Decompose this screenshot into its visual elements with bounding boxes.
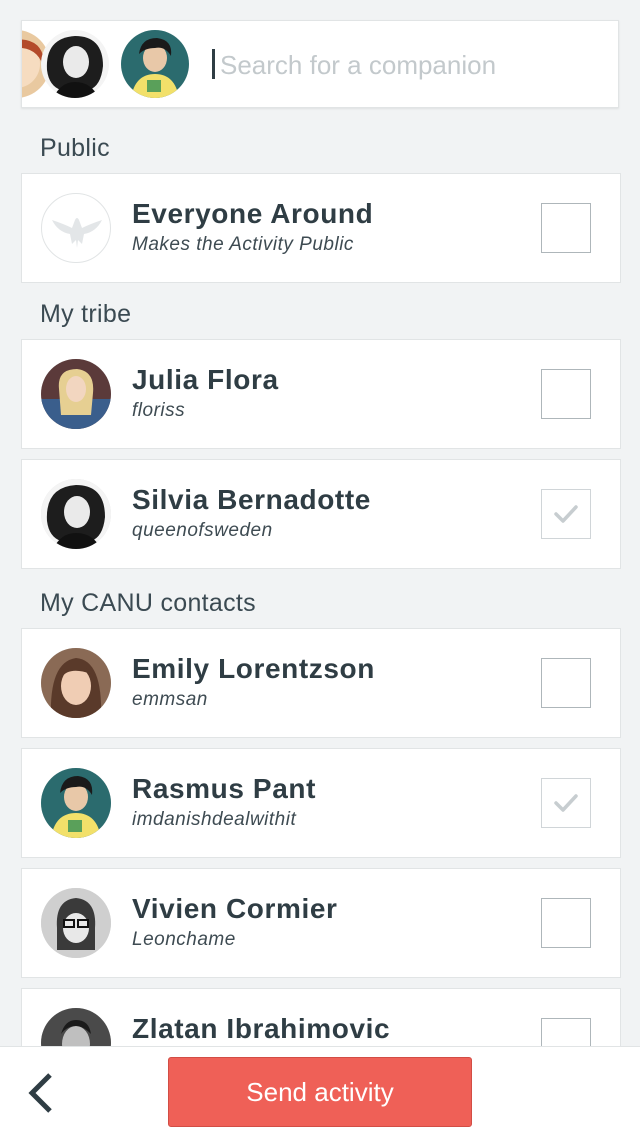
selected-companion-avatar-rasmus[interactable]	[121, 30, 189, 98]
contact-subtitle: Makes the Activity Public	[132, 234, 354, 255]
contact-subtitle: emmsan	[132, 689, 208, 710]
avatar	[41, 648, 111, 718]
bottom-action-bar: Send activity	[0, 1046, 640, 1137]
contact-name: Emily Lorentzson	[132, 653, 375, 684]
select-checkbox[interactable]	[541, 778, 591, 828]
section-label-tribe: My tribe	[40, 300, 132, 328]
contact-row-vivien-cormier[interactable]: Vivien Cormier Leonchame	[21, 868, 621, 978]
contact-name: Zlatan Ibrahimovic	[132, 1013, 391, 1044]
contact-name: Everyone Around	[132, 198, 374, 229]
avatar	[41, 359, 111, 429]
avatar	[41, 479, 111, 549]
select-checkbox[interactable]	[541, 898, 591, 948]
contact-subtitle: Leonchame	[132, 929, 236, 950]
contact-name: Silvia Bernadotte	[132, 484, 371, 515]
chevron-left-icon[interactable]	[20, 1069, 64, 1117]
select-checkbox[interactable]	[541, 203, 591, 253]
contact-subtitle: imdanishdealwithit	[132, 809, 297, 830]
checkmark-icon	[554, 794, 578, 812]
eagle-icon	[41, 193, 111, 263]
section-label-contacts: My CANU contacts	[40, 589, 256, 617]
contact-row-silvia-bernadotte[interactable]: Silvia Bernadotte queenofsweden	[21, 459, 621, 569]
contact-name: Julia Flora	[132, 364, 279, 395]
checkmark-icon	[554, 505, 578, 523]
contact-row-everyone-around[interactable]: Everyone Around Makes the Activity Publi…	[21, 173, 621, 283]
avatar	[41, 768, 111, 838]
send-activity-button[interactable]: Send activity	[168, 1057, 472, 1127]
select-checkbox[interactable]	[541, 658, 591, 708]
selected-companion-avatar-silvia[interactable]	[41, 30, 109, 98]
avatar	[41, 888, 111, 958]
contact-subtitle: queenofsweden	[132, 520, 273, 541]
contact-name: Rasmus Pant	[132, 773, 316, 804]
contact-name: Vivien Cormier	[132, 893, 338, 924]
select-checkbox[interactable]	[541, 489, 591, 539]
contact-row-emily-lorentzson[interactable]: Emily Lorentzson emmsan	[21, 628, 621, 738]
text-cursor	[212, 49, 215, 79]
companion-search-bar[interactable]	[21, 20, 619, 108]
companion-search-input[interactable]	[220, 45, 600, 85]
contact-subtitle: floriss	[132, 400, 186, 421]
select-checkbox[interactable]	[541, 369, 591, 419]
contact-row-julia-flora[interactable]: Julia Flora floriss	[21, 339, 621, 449]
section-label-public: Public	[40, 134, 110, 162]
contact-row-rasmus-pant[interactable]: Rasmus Pant imdanishdealwithit	[21, 748, 621, 858]
